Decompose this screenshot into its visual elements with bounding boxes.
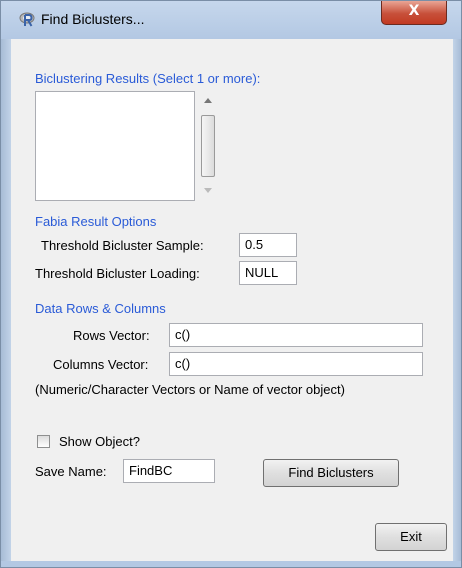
vector-hint: (Numeric/Character Vectors or Name of ve… xyxy=(35,382,345,397)
rows-vector-input[interactable]: c() xyxy=(169,323,423,347)
rows-vector-label: Rows Vector: xyxy=(73,328,150,343)
find-biclusters-button[interactable]: Find Biclusters xyxy=(263,459,399,487)
find-biclusters-window: Find Biclusters... X Biclustering Result… xyxy=(0,0,462,568)
window-frame-bottom xyxy=(1,561,461,567)
exit-button[interactable]: Exit xyxy=(375,523,447,551)
scroll-down-icon[interactable] xyxy=(204,188,212,193)
show-object-checkbox[interactable] xyxy=(37,435,50,448)
scroll-up-icon[interactable] xyxy=(204,98,212,103)
results-section-label: Biclustering Results (Select 1 or more): xyxy=(35,71,261,86)
r-app-icon xyxy=(19,12,35,27)
scroll-thumb[interactable] xyxy=(201,115,215,177)
thresh-sample-label: Threshold Bicluster Sample: xyxy=(41,238,204,253)
thresh-loading-input[interactable]: NULL xyxy=(239,261,297,285)
window-frame-left xyxy=(1,39,11,567)
close-icon: X xyxy=(408,3,420,19)
save-name-input[interactable]: FindBC xyxy=(123,459,215,483)
save-name-label: Save Name: xyxy=(35,464,107,479)
columns-vector-input[interactable]: c() xyxy=(169,352,423,376)
columns-vector-label: Columns Vector: xyxy=(53,357,149,372)
window-title: Find Biclusters... xyxy=(41,11,145,27)
data-section-label: Data Rows & Columns xyxy=(35,301,166,316)
thresh-sample-input[interactable]: 0.5 xyxy=(239,233,297,257)
dialog-content: Biclustering Results (Select 1 or more):… xyxy=(19,39,453,559)
results-listbox[interactable] xyxy=(35,91,195,201)
show-object-label[interactable]: Show Object? xyxy=(59,434,140,449)
results-scrollbar[interactable] xyxy=(199,91,217,201)
close-button[interactable]: X xyxy=(381,1,447,25)
thresh-loading-label: Threshold Bicluster Loading: xyxy=(35,266,200,281)
fabia-section-label: Fabia Result Options xyxy=(35,214,157,229)
window-frame-right xyxy=(453,39,461,567)
